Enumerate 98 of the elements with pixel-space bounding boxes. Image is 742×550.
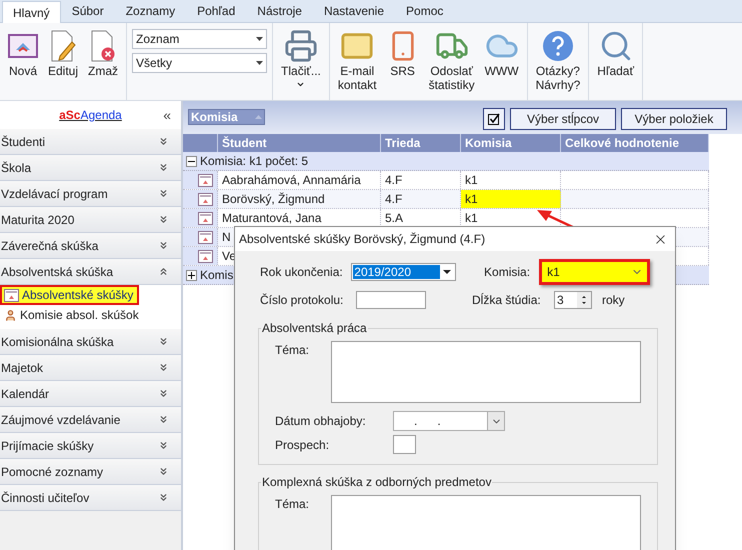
chevrons-down-icon (158, 162, 169, 173)
sidebar-section[interactable]: Vzdelávací program (0, 181, 181, 207)
ribbon-tab[interactable]: Nástroje (246, 0, 313, 22)
ribbon-button[interactable]: WWW (480, 28, 524, 100)
field-label: Dĺžka štúdia: (472, 292, 542, 309)
topic-textarea[interactable] (331, 341, 641, 403)
app-logo-link[interactable]: aScAgenda (59, 106, 122, 124)
chevrons-down-icon (158, 136, 169, 147)
field-label: Číslo protokolu: (260, 292, 344, 309)
record-icon (198, 174, 213, 186)
sidebar-section[interactable]: Činnosti učiteľov (0, 485, 181, 511)
column-chooser-checkbox[interactable] (483, 108, 505, 130)
field-label: Prospech: (275, 436, 330, 454)
record-icon (4, 288, 19, 302)
chevrons-down-icon (158, 214, 169, 225)
sidebar-section[interactable]: Škola (0, 155, 181, 181)
document-delete-icon (90, 30, 116, 62)
caret-icon (256, 61, 264, 65)
table-cell: Borövský, Žigmund (218, 190, 381, 208)
field-label: Dátum obhajoby: (275, 413, 367, 430)
ribbon-button[interactable]: Edituj (43, 28, 84, 100)
certificate-icon (8, 32, 38, 60)
sidebar-section[interactable]: Pomocné zoznamy (0, 459, 181, 485)
sidebar-section[interactable]: Absolventská skúška (0, 259, 181, 285)
dropdown-field[interactable]: Zoznam (132, 29, 268, 49)
grade-input[interactable] (393, 435, 416, 454)
commission-dropdown[interactable]: k1 (539, 259, 650, 285)
chevrons-down-icon (158, 336, 169, 347)
ribbon-tab[interactable]: Zoznamy (114, 0, 186, 22)
ribbon-button[interactable]: Zmaž (83, 28, 124, 100)
field-label: Téma: (275, 496, 310, 513)
group-label: Komis (200, 267, 234, 284)
person-icon (4, 308, 17, 322)
table-cell: Aabrahámová, Annamária (218, 171, 381, 189)
checkbox-icon (488, 113, 500, 125)
document-pencil-icon (50, 30, 76, 62)
ribbon-tab[interactable]: Pohľad (186, 0, 246, 22)
section-title: Komplexná skúška z odborných predmetov (261, 474, 492, 491)
ribbon-button[interactable]: Otázky? Návrhy? (530, 28, 586, 100)
chevrons-down-icon (158, 466, 169, 477)
help-icon (542, 30, 574, 62)
ribbon-tab[interactable]: Súbor (60, 0, 115, 22)
toolbar-button[interactable]: Výber stĺpcov (510, 108, 616, 130)
sidebar-section[interactable]: Záujmové vzdelávanie (0, 407, 181, 433)
sidebar-item[interactable]: Komisie absol. skúšok (0, 305, 145, 325)
toolbar-button[interactable]: Výber položiek (621, 108, 727, 130)
sidebar-section[interactable]: Majetok (0, 355, 181, 381)
collapse-button[interactable]: « (163, 108, 171, 122)
record-icon (198, 212, 213, 224)
table-cell: k1 (461, 171, 561, 189)
ribbon-button[interactable]: Tlačiť... (276, 28, 326, 100)
field-label: Komisia: (484, 264, 532, 281)
sidebar-section[interactable]: Záverečná skúška (0, 233, 181, 259)
chevrons-down-icon (158, 188, 169, 199)
sidebar-item[interactable]: Absolventské skúšky (0, 285, 140, 305)
ribbon-button[interactable]: SRS (382, 28, 424, 100)
section-title: Absolventská práca (261, 320, 368, 337)
chevrons-up-icon (158, 266, 169, 277)
collapse-toggle[interactable] (186, 156, 197, 166)
expand-toggle[interactable] (186, 270, 197, 280)
group-label: Komisia: k1 počet: 5 (200, 153, 308, 170)
ribbon-tab[interactable]: Nastavenie (312, 0, 396, 22)
unit-label: roky (602, 292, 625, 309)
ribbon-tab[interactable]: Hlavný (2, 1, 61, 23)
chevrons-down-icon (158, 440, 169, 451)
topic-textarea[interactable] (331, 495, 641, 550)
sort-arrow-icon (255, 115, 262, 119)
table-cell: k1 (461, 190, 561, 208)
ribbon-tab[interactable]: Pomoc (395, 0, 454, 22)
table-cell: 4.F (381, 171, 461, 189)
caret-icon (256, 37, 264, 41)
chevrons-down-icon (158, 388, 169, 399)
field-label: Rok ukončenia: (260, 264, 344, 281)
chevrons-down-icon (158, 362, 169, 373)
sidebar-section[interactable]: Študenti (0, 129, 181, 155)
sidebar-section[interactable]: Kalendár (0, 381, 181, 407)
protocol-input[interactable] (356, 291, 426, 309)
record-icon (198, 192, 213, 206)
chevrons-down-icon (158, 492, 169, 503)
date-picker[interactable]: . . (393, 411, 505, 431)
ribbon-button[interactable]: Hľadať (592, 28, 639, 100)
field-label: Téma: (275, 342, 310, 359)
chevrons-down-icon (158, 240, 169, 251)
plus-icon (188, 272, 195, 278)
sidebar-section[interactable]: Prijímacie skúšky (0, 433, 181, 459)
record-icon (198, 230, 213, 244)
sidebar-section[interactable]: Maturita 2020 (0, 207, 181, 233)
sidebar-section[interactable]: Komisionálna skúška (0, 329, 181, 355)
year-dropdown[interactable]: 2019/2020 (351, 263, 456, 281)
chevrons-down-icon (158, 414, 169, 425)
study-length-spinner[interactable]: 3 (554, 291, 592, 309)
record-icon (198, 250, 213, 262)
spinner-arrows-icon (577, 292, 591, 308)
ribbon-button[interactable]: Nová (3, 28, 43, 100)
ribbon-button[interactable]: Odoslať štatistiky (424, 28, 480, 100)
dropdown-field[interactable]: Všetky (132, 53, 268, 73)
printer-icon (284, 29, 318, 63)
ribbon-button[interactable]: E-mail kontakt (332, 28, 382, 100)
